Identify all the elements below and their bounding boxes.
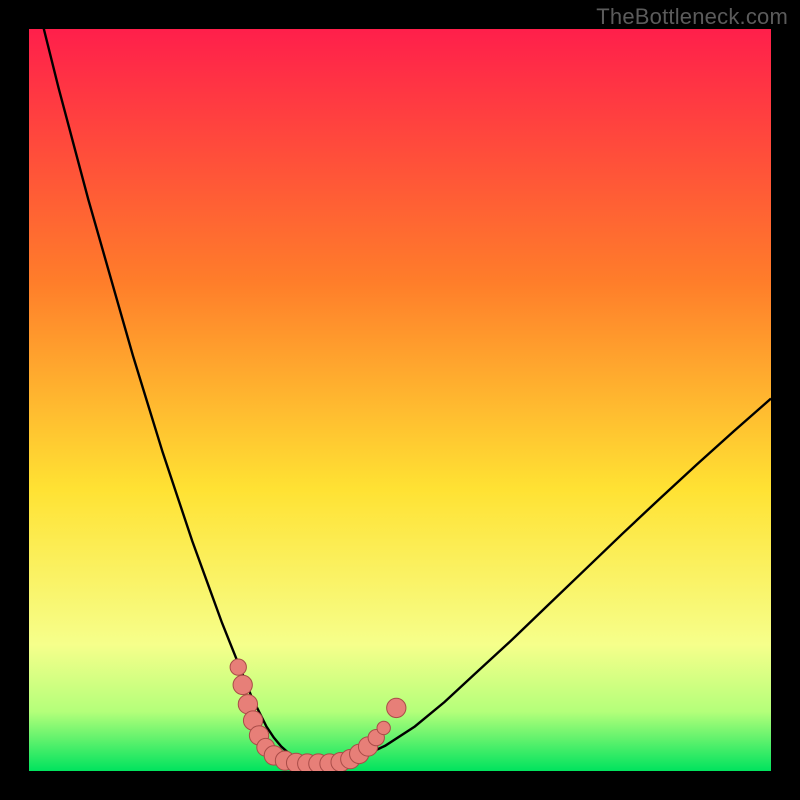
curve-marker xyxy=(387,698,406,717)
curve-marker xyxy=(377,721,390,734)
chart-svg xyxy=(29,29,771,771)
outer-frame: TheBottleneck.com xyxy=(0,0,800,800)
plot-area xyxy=(29,29,771,771)
watermark-text: TheBottleneck.com xyxy=(596,4,788,30)
curve-marker xyxy=(233,675,252,694)
curve-marker xyxy=(230,659,246,675)
gradient-background xyxy=(29,29,771,771)
